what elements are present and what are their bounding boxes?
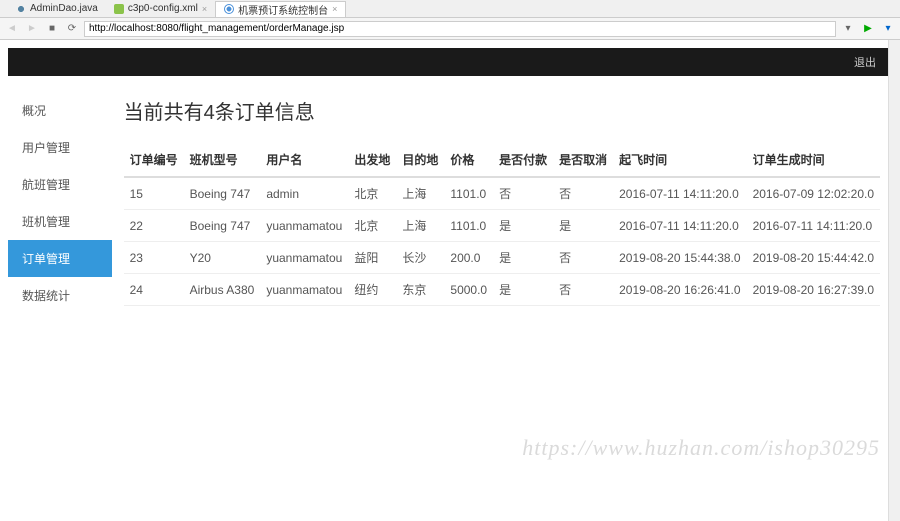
table-header-cell: 目的地 (396, 143, 444, 177)
table-cell: 是 (493, 210, 553, 242)
table-cell: 上海 (396, 177, 444, 210)
sidebar-item-orders[interactable]: 订单管理 (8, 240, 112, 277)
content-area: 当前共有4条订单信息 订单编号班机型号用户名出发地目的地价格是否付款是否取消起飞… (112, 76, 892, 318)
table-row[interactable]: 22Boeing 747yuanmamatou北京上海1101.0是是2016-… (124, 210, 880, 242)
editor-tab-1[interactable]: c3p0-config.xml × (106, 3, 215, 14)
table-cell: 否 (553, 242, 613, 274)
sidebar-item-overview[interactable]: 概况 (8, 92, 112, 129)
table-cell: Boeing 747 (184, 177, 261, 210)
close-icon[interactable]: × (332, 4, 337, 14)
table-header-cell: 是否取消 (553, 143, 613, 177)
logout-link[interactable]: 退出 (854, 54, 876, 70)
table-cell: 是 (553, 210, 613, 242)
table-cell: 22 (124, 210, 184, 242)
page-title: 当前共有4条订单信息 (124, 96, 880, 125)
table-cell: 北京 (348, 177, 396, 210)
table-cell: 24 (124, 274, 184, 306)
orders-table: 订单编号班机型号用户名出发地目的地价格是否付款是否取消起飞时间订单生成时间 15… (124, 143, 880, 306)
editor-tab-label: 机票预订系统控制台 (238, 2, 328, 17)
table-cell: 15 (124, 177, 184, 210)
editor-tabs: AdminDao.java c3p0-config.xml × 机票预订系统控制… (0, 0, 900, 18)
url-input[interactable] (84, 21, 836, 37)
back-icon[interactable]: ◄ (4, 21, 20, 37)
table-header-cell: 用户名 (260, 143, 348, 177)
table-header-cell: 订单编号 (124, 143, 184, 177)
table-cell: Airbus A380 (184, 274, 261, 306)
table-cell: 2019-08-20 16:26:41.0 (613, 274, 746, 306)
table-body: 15Boeing 747admin北京上海1101.0否否2016-07-11 … (124, 177, 880, 306)
table-row[interactable]: 15Boeing 747admin北京上海1101.0否否2016-07-11 … (124, 177, 880, 210)
table-cell: Y20 (184, 242, 261, 274)
scrollbar[interactable] (888, 40, 900, 521)
sidebar-item-users[interactable]: 用户管理 (8, 129, 112, 166)
main-layout: 概况 用户管理 航班管理 班机管理 订单管理 数据统计 当前共有4条订单信息 订… (8, 76, 892, 318)
sidebar-item-flights[interactable]: 航班管理 (8, 166, 112, 203)
table-cell: 北京 (348, 210, 396, 242)
table-cell: 2016-07-11 14:11:20.0 (613, 177, 746, 210)
table-header-row: 订单编号班机型号用户名出发地目的地价格是否付款是否取消起飞时间订单生成时间 (124, 143, 880, 177)
table-cell: 1101.0 (444, 177, 493, 210)
close-icon[interactable]: × (202, 4, 207, 14)
forward-icon[interactable]: ► (24, 21, 40, 37)
editor-tab-label: AdminDao.java (30, 3, 98, 14)
stop-icon[interactable]: ■ (44, 21, 60, 37)
table-cell: 是 (493, 274, 553, 306)
table-cell: 2016-07-11 14:11:20.0 (747, 210, 880, 242)
table-cell: 长沙 (396, 242, 444, 274)
table-header-cell: 订单生成时间 (747, 143, 880, 177)
table-header-cell: 价格 (444, 143, 493, 177)
go-icon[interactable]: ▶ (860, 21, 876, 37)
editor-tab-2[interactable]: 机票预订系统控制台 × (215, 1, 346, 17)
sidebar-item-stats[interactable]: 数据统计 (8, 277, 112, 314)
java-icon (16, 4, 26, 14)
table-cell: 东京 (396, 274, 444, 306)
table-cell: 益阳 (348, 242, 396, 274)
more-icon[interactable]: ▾ (880, 21, 896, 37)
table-row[interactable]: 23Y20yuanmamatou益阳长沙200.0是否2019-08-20 15… (124, 242, 880, 274)
table-cell: 上海 (396, 210, 444, 242)
xml-icon (114, 4, 124, 14)
table-cell: 200.0 (444, 242, 493, 274)
table-row[interactable]: 24Airbus A380yuanmamatou纽约东京5000.0是否2019… (124, 274, 880, 306)
table-cell: 2019-08-20 16:27:39.0 (747, 274, 880, 306)
table-cell: 1101.0 (444, 210, 493, 242)
table-cell: yuanmamatou (260, 274, 348, 306)
table-cell: admin (260, 177, 348, 210)
app-top-bar: 退出 (8, 48, 892, 76)
table-cell: 23 (124, 242, 184, 274)
table-header-cell: 出发地 (348, 143, 396, 177)
refresh-icon[interactable]: ⟳ (64, 21, 80, 37)
address-bar: ◄ ► ■ ⟳ ▾ ▶ ▾ (0, 18, 900, 40)
table-head: 订单编号班机型号用户名出发地目的地价格是否付款是否取消起飞时间订单生成时间 (124, 143, 880, 177)
table-cell: Boeing 747 (184, 210, 261, 242)
table-cell: yuanmamatou (260, 210, 348, 242)
table-cell: 是 (493, 242, 553, 274)
watermark: https://www.huzhan.com/ishop30295 (522, 435, 880, 461)
table-cell: 2016-07-09 12:02:20.0 (747, 177, 880, 210)
table-cell: yuanmamatou (260, 242, 348, 274)
table-cell: 5000.0 (444, 274, 493, 306)
table-cell: 否 (493, 177, 553, 210)
dropdown-icon[interactable]: ▾ (840, 21, 856, 37)
table-cell: 否 (553, 177, 613, 210)
globe-icon (224, 4, 234, 14)
table-cell: 纽约 (348, 274, 396, 306)
table-cell: 2019-08-20 15:44:38.0 (613, 242, 746, 274)
table-header-cell: 起飞时间 (613, 143, 746, 177)
table-cell: 2016-07-11 14:11:20.0 (613, 210, 746, 242)
table-header-cell: 班机型号 (184, 143, 261, 177)
editor-tab-label: c3p0-config.xml (128, 3, 198, 14)
sidebar: 概况 用户管理 航班管理 班机管理 订单管理 数据统计 (8, 76, 112, 318)
table-cell: 否 (553, 274, 613, 306)
table-header-cell: 是否付款 (493, 143, 553, 177)
editor-tab-0[interactable]: AdminDao.java (8, 3, 106, 14)
table-cell: 2019-08-20 15:44:42.0 (747, 242, 880, 274)
sidebar-item-planes[interactable]: 班机管理 (8, 203, 112, 240)
